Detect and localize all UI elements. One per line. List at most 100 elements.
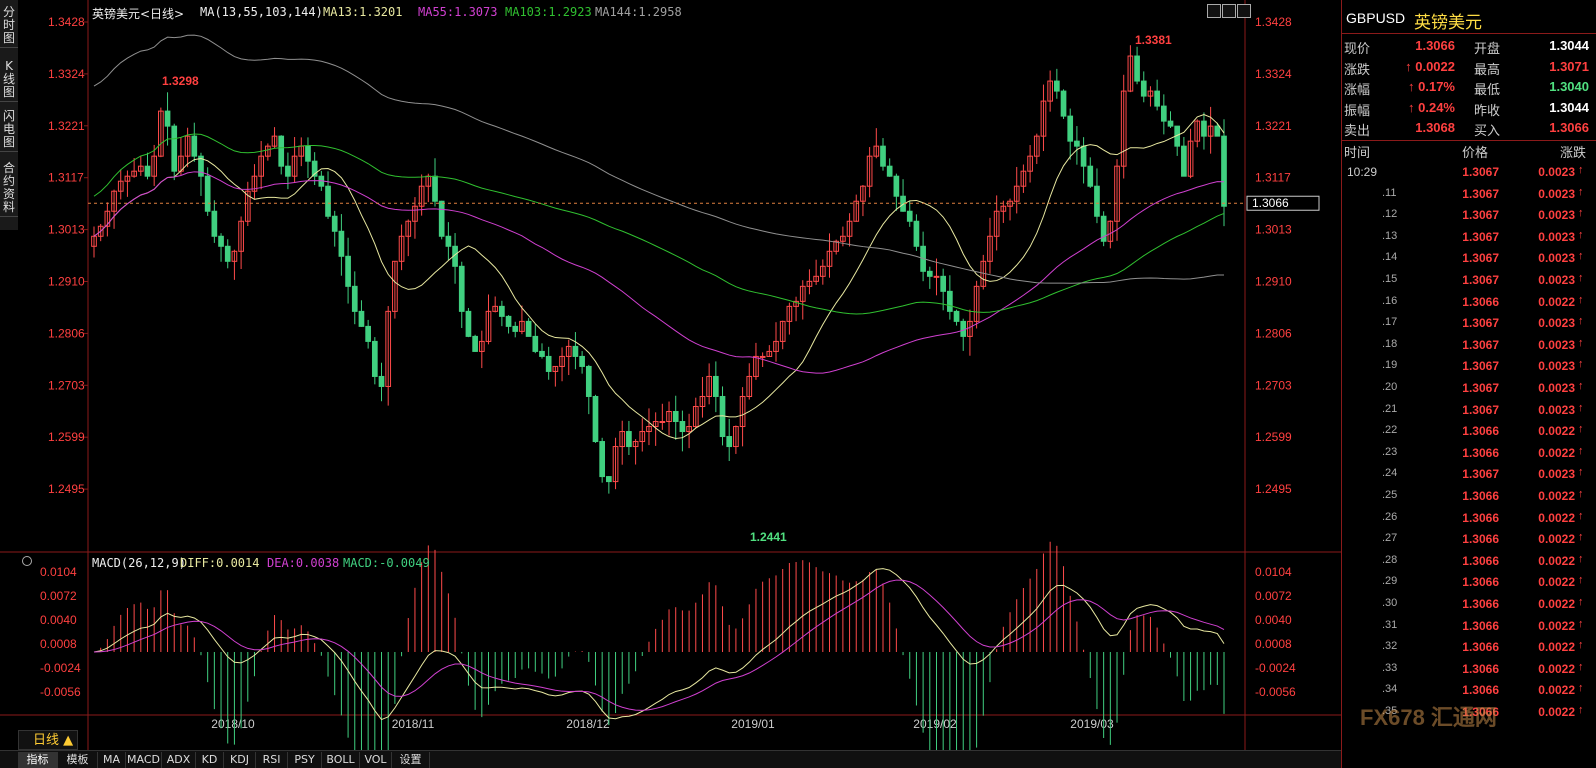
tick-row: .23 1.3066 0.0022 ↑ bbox=[1342, 443, 1596, 465]
macd-tick-right: 0.0072 bbox=[1255, 589, 1292, 603]
up-arrow-icon: ↑ bbox=[1578, 423, 1584, 436]
tab-ma[interactable]: MA bbox=[98, 752, 126, 768]
candle-body bbox=[191, 135, 198, 157]
quote-row: 涨跌 ↑ 0.0022 最高 1.3071 bbox=[1342, 57, 1596, 78]
macd-value: MACD:-0.0049 bbox=[343, 556, 430, 570]
tab-contract-info[interactable]: 合约资料 bbox=[0, 160, 18, 217]
tab-rsi[interactable]: RSI bbox=[256, 752, 288, 768]
quote-value: ↑ 0.0022 bbox=[1405, 58, 1455, 74]
tick-row: .27 1.3066 0.0022 ↑ bbox=[1342, 529, 1596, 551]
candle-body bbox=[1074, 140, 1080, 147]
tick-change: 0.0023 bbox=[1538, 229, 1575, 244]
tick-row: .34 1.3066 0.0022 ↑ bbox=[1342, 680, 1596, 702]
tick-row: .15 1.3067 0.0023 ↑ bbox=[1342, 270, 1596, 292]
date-label: 2018/11 bbox=[392, 717, 435, 731]
ma55-line bbox=[93, 171, 1225, 374]
tick-time: .11 bbox=[1382, 186, 1397, 199]
symbol-name: 英镑美元 bbox=[1414, 13, 1482, 33]
candle-body bbox=[1221, 135, 1227, 207]
candle-body bbox=[947, 290, 953, 312]
tick-change: 0.0023 bbox=[1538, 273, 1575, 287]
candle-body bbox=[1134, 55, 1140, 82]
tick-time: .30 bbox=[1382, 597, 1398, 609]
candle-body bbox=[472, 335, 478, 352]
price-tick-right: 1.2910 bbox=[1255, 275, 1292, 289]
price-tick-right: 1.2495 bbox=[1255, 482, 1292, 496]
tick-change: 0.0022 bbox=[1538, 532, 1575, 547]
tab-kd[interactable]: KD bbox=[196, 752, 224, 768]
quote-label: 振幅 bbox=[1344, 103, 1371, 119]
up-arrow-icon: ↑ bbox=[1578, 380, 1584, 392]
restore-icon[interactable] bbox=[1222, 4, 1236, 18]
minimize-icon[interactable] bbox=[1207, 4, 1221, 18]
quote-label: 最低 bbox=[1474, 83, 1501, 98]
candle-body bbox=[1154, 90, 1160, 107]
tick-price: 1.3066 bbox=[1462, 683, 1499, 698]
tick-price: 1.3067 bbox=[1462, 186, 1499, 201]
tick-change: 0.0022 bbox=[1538, 661, 1575, 676]
current-price-label: 1.3066 bbox=[1252, 196, 1289, 210]
up-arrow-icon: ↑ bbox=[1578, 444, 1584, 457]
quote-value: ↑ 0.24% bbox=[1408, 99, 1455, 115]
quote-row: 卖出 1.3068 买入 1.3066 bbox=[1342, 118, 1596, 139]
close-icon[interactable] bbox=[1237, 4, 1251, 18]
tick-row: .16 1.3066 0.0022 ↑ bbox=[1342, 292, 1596, 314]
indicator-toolbar: 指标 模板 MA MACD ADX KD KDJ RSI PSY BOLL VO… bbox=[0, 750, 1341, 768]
tab-settings[interactable]: 设置 bbox=[392, 752, 430, 768]
up-arrow-icon: ↑ bbox=[1578, 315, 1584, 328]
tab-kline-chart[interactable]: K线图 bbox=[0, 58, 18, 102]
quote-value: 1.3040 bbox=[1549, 79, 1589, 94]
chart-title: 英镑美元<日线> bbox=[92, 7, 185, 21]
tab-macd[interactable]: MACD bbox=[126, 752, 162, 768]
candle-body bbox=[592, 395, 599, 443]
quote-label: 最高 bbox=[1474, 62, 1501, 78]
tab-flash-chart[interactable]: 闪电图 bbox=[0, 108, 18, 152]
candle-body bbox=[953, 310, 960, 322]
tick-change: 0.0022 bbox=[1538, 640, 1575, 655]
quote-row: 涨幅 ↑ 0.17% 最低 1.3040 bbox=[1342, 77, 1596, 98]
candle-body bbox=[371, 340, 378, 377]
candle-body bbox=[886, 165, 893, 177]
price-tick-left: 1.2495 bbox=[48, 482, 85, 496]
candle-body bbox=[218, 235, 224, 247]
tab-boll[interactable]: BOLL bbox=[322, 752, 360, 768]
tab-adx[interactable]: ADX bbox=[162, 752, 196, 768]
tab-kdj[interactable]: KDJ bbox=[224, 752, 256, 768]
tick-time: .19 bbox=[1382, 359, 1398, 372]
tab-indicator[interactable]: 指标 bbox=[18, 752, 58, 768]
candle-body bbox=[1067, 115, 1074, 142]
tick-time: 10:29 bbox=[1347, 165, 1378, 179]
candle-body bbox=[1054, 80, 1060, 92]
candle-body bbox=[338, 230, 345, 257]
candle-body bbox=[906, 210, 913, 222]
candle-body bbox=[539, 350, 545, 357]
price-tick-left: 1.2599 bbox=[48, 430, 85, 444]
candle-body bbox=[331, 215, 338, 232]
tab-vol[interactable]: VOL bbox=[360, 752, 392, 768]
period-selector[interactable]: 日线 ▲ bbox=[18, 730, 78, 750]
tick-change: 0.0022 bbox=[1538, 294, 1575, 309]
tick-price: 1.3067 bbox=[1462, 359, 1499, 374]
low-annotation: 1.2441 bbox=[750, 530, 787, 544]
tick-change: 0.0022 bbox=[1538, 705, 1575, 719]
tick-price: 1.3067 bbox=[1462, 337, 1499, 352]
tick-time: .22 bbox=[1382, 424, 1398, 437]
candle-body bbox=[505, 315, 512, 327]
tick-row: .26 1.3066 0.0022 ↑ bbox=[1342, 508, 1596, 530]
tab-time-chart[interactable]: 分时图 bbox=[0, 4, 18, 48]
macd-settings-icon[interactable] bbox=[22, 556, 32, 566]
candle-body bbox=[606, 476, 612, 483]
tab-psy[interactable]: PSY bbox=[288, 752, 322, 768]
tick-time: .23 bbox=[1382, 445, 1398, 458]
up-arrow-icon: ↑ bbox=[1578, 531, 1584, 544]
symbol-code: GBPUSD bbox=[1346, 10, 1406, 26]
tick-row: .21 1.3067 0.0023 ↑ bbox=[1342, 400, 1596, 422]
tick-change: 0.0022 bbox=[1538, 424, 1575, 439]
tick-change: 0.0022 bbox=[1538, 618, 1575, 633]
tick-change: 0.0023 bbox=[1538, 402, 1575, 417]
kline-chart[interactable]: 1.3428 1.3428 1.3324 1.3324 1.3221 1.3221 1.31… bbox=[0, 0, 1341, 750]
macd-tick-right: 0.0104 bbox=[1255, 565, 1292, 579]
macd-dea-line bbox=[93, 579, 1225, 711]
tab-template[interactable]: 模板 bbox=[58, 752, 98, 768]
candle-body bbox=[1087, 165, 1094, 187]
